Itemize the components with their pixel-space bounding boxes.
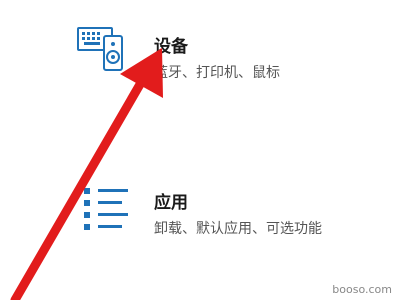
devices-icon (76, 22, 128, 78)
tile-description-apps: 卸载、默认应用、可选功能 (154, 221, 322, 237)
tile-description-devices: 蓝牙、打印机、鼠标 (154, 65, 280, 81)
settings-tile-devices[interactable]: 设备 蓝牙、打印机、鼠标 (70, 18, 370, 88)
settings-tile-apps[interactable]: 应用 卸载、默认应用、可选功能 (70, 178, 390, 248)
tile-title-apps: 应用 (154, 193, 188, 213)
apps-list-icon (76, 182, 132, 238)
tile-title-devices: 设备 (154, 37, 188, 57)
watermark-text: booso.com (332, 283, 392, 296)
settings-screen: 设备 蓝牙、打印机、鼠标 应用 卸载、默认应用、可选功能 booso.com (0, 0, 400, 300)
